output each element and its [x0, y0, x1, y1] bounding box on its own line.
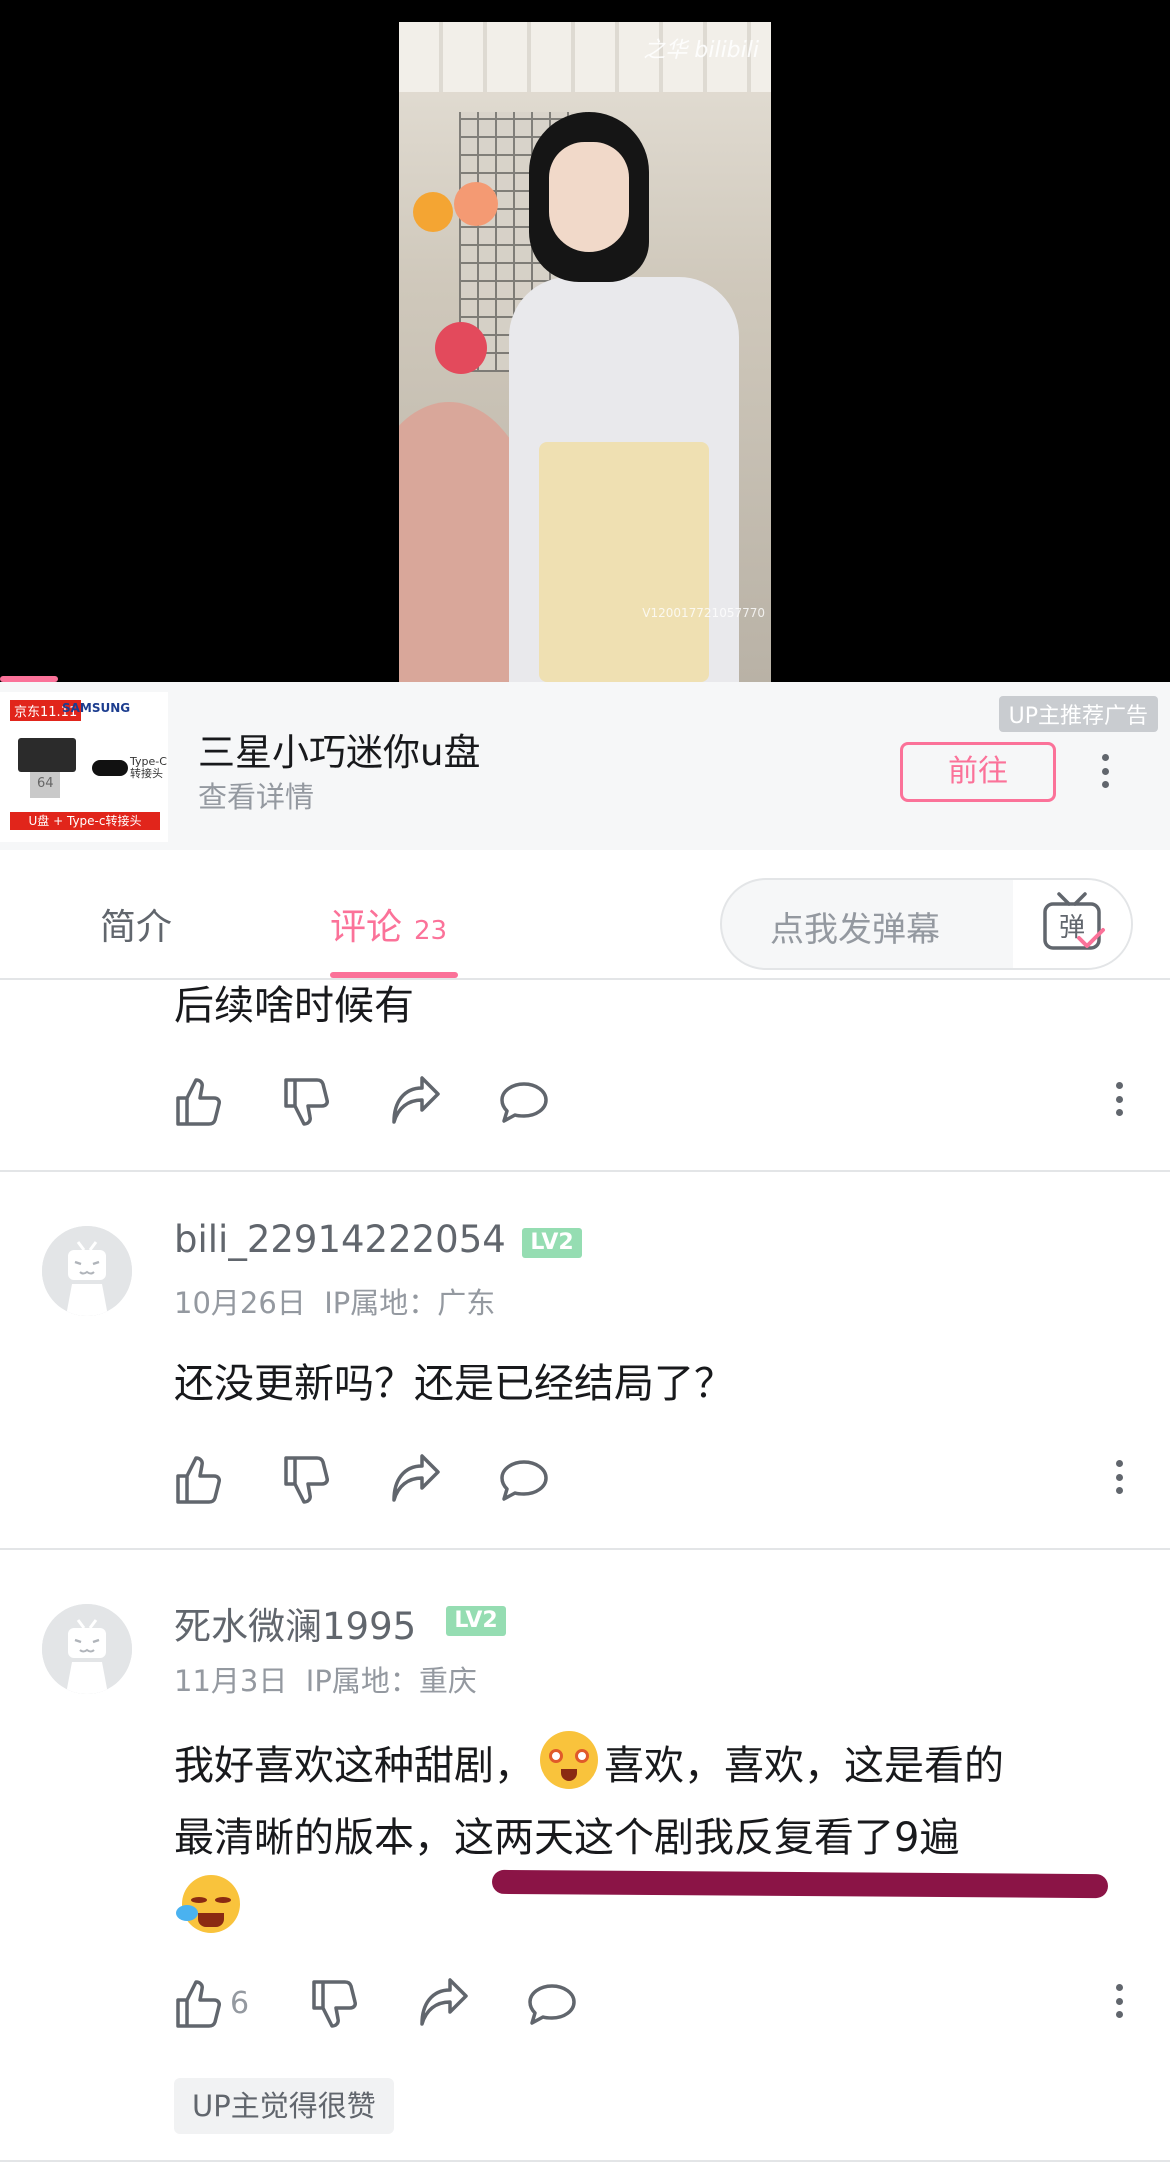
comment-actions: 6	[174, 1976, 1134, 2036]
tab-comments-count: 23	[414, 916, 448, 946]
adapter-image	[92, 760, 128, 776]
reply-icon[interactable]	[526, 1976, 578, 2032]
highlight-annotation	[491, 1869, 1109, 1899]
divider	[0, 2160, 1170, 2162]
comment-date: 11月3日	[174, 1664, 288, 1698]
danmaku-input[interactable]: 点我发弹幕	[770, 902, 940, 951]
ad-thumb-brand: SAMSUNG	[62, 701, 131, 715]
laugh-cry-emoji-icon	[176, 1875, 240, 1933]
like-icon[interactable]	[174, 1074, 226, 1130]
more-icon[interactable]	[1104, 1982, 1134, 2018]
comment-username[interactable]: bili_22914222054	[174, 1218, 506, 1261]
ad-banner[interactable]: 京东11.11 SAMSUNG 64 Type-C 转接头 U盘 + Type-…	[0, 682, 1170, 850]
ad-go-button[interactable]: 前往	[900, 742, 1056, 802]
like-icon[interactable]	[174, 1976, 226, 2032]
dislike-icon[interactable]	[310, 1976, 362, 2032]
comment-actions	[174, 1074, 1134, 1134]
dislike-icon[interactable]	[282, 1074, 334, 1130]
ad-thumb-strip: U盘 + Type-c转接头	[10, 812, 160, 830]
video-scene-ball	[435, 322, 487, 374]
comment-text-part: 喜欢，喜欢，这是看的	[604, 1743, 1004, 1789]
tab-comments[interactable]: 评论 23	[330, 898, 447, 950]
video-player[interactable]: 之华 bilibili V120017721057770	[0, 0, 1170, 682]
comment-text-part: 最清晰的版本，这两天这个剧我反复看了9遍	[174, 1815, 960, 1861]
danmaku-bar[interactable]: 点我发弹幕 弹	[720, 878, 1133, 970]
reply-icon[interactable]	[498, 1074, 550, 1130]
comment-text-part: 我好喜欢这种甜剧，	[174, 1743, 534, 1789]
comment-meta: 11月3日 IP属地：重庆	[174, 1658, 477, 1700]
level-badge: LV2	[522, 1228, 582, 1258]
more-icon[interactable]	[1104, 1458, 1134, 1494]
share-icon[interactable]	[390, 1074, 442, 1130]
share-icon[interactable]	[390, 1452, 442, 1508]
video-scene-ball	[413, 192, 453, 232]
divider	[0, 1170, 1170, 1172]
share-icon[interactable]	[418, 1976, 470, 2032]
ad-label: UP主推荐广告	[998, 696, 1158, 732]
reply-icon[interactable]	[498, 1452, 550, 1508]
video-scene-ball	[454, 182, 498, 226]
tab-comments-label: 评论	[330, 907, 403, 948]
usb-capacity-number: 64	[37, 776, 54, 791]
divider	[0, 1548, 1170, 1550]
like-count: 6	[230, 1986, 250, 2021]
danmaku-tv-icon: 弹	[1043, 892, 1105, 950]
video-frame[interactable]: 之华 bilibili V120017721057770	[399, 22, 771, 682]
ad-subtitle[interactable]: 查看详情	[198, 774, 314, 816]
comment-username[interactable]: 死水微澜1995	[174, 1596, 416, 1650]
video-watermark: 之华 bilibili	[643, 38, 759, 63]
avatar[interactable]	[42, 1226, 132, 1316]
avatar[interactable]	[42, 1604, 132, 1694]
comment-text: 后续啥时候有	[174, 983, 414, 1029]
more-icon[interactable]	[1090, 752, 1120, 796]
level-badge: LV2	[446, 1606, 506, 1636]
ad-thumb-typec: Type-C 转接头	[130, 755, 167, 780]
video-scene-overall	[539, 442, 709, 682]
comment-actions	[174, 1452, 1134, 1512]
default-avatar-icon	[42, 1226, 132, 1316]
usb-drive-image	[18, 738, 76, 772]
tab-bar: 简介 评论 23 点我发弹幕 弹	[0, 850, 1170, 980]
tab-intro[interactable]: 简介	[100, 898, 172, 950]
ad-title[interactable]: 三星小巧迷你u盘	[198, 722, 480, 776]
star-eyes-emoji-icon	[540, 1731, 598, 1789]
comment-date: 10月26日	[174, 1286, 306, 1320]
default-avatar-icon	[42, 1604, 132, 1694]
comment-location: IP属地：广东	[324, 1286, 496, 1320]
ad-thumbnail[interactable]: 京东11.11 SAMSUNG 64 Type-C 转接头 U盘 + Type-…	[0, 692, 168, 842]
comment-location: IP属地：重庆	[305, 1664, 477, 1698]
up-liked-badge: UP主觉得很赞	[174, 2078, 394, 2134]
comment-meta: 10月26日 IP属地：广东	[174, 1280, 495, 1322]
like-icon[interactable]	[174, 1452, 226, 1508]
more-icon[interactable]	[1104, 1080, 1134, 1116]
danmaku-toggle-button[interactable]: 弹	[1013, 880, 1131, 968]
comment-text: 还没更新吗？还是已经结局了？	[174, 1361, 734, 1407]
comment-text: 我好喜欢这种甜剧， 喜欢，喜欢，这是看的 最清晰的版本，这两天这个剧我反复看了9遍	[174, 1730, 1134, 1946]
video-watermark-id: V120017721057770	[642, 606, 765, 620]
dislike-icon[interactable]	[282, 1452, 334, 1508]
video-scene-face	[549, 142, 629, 252]
